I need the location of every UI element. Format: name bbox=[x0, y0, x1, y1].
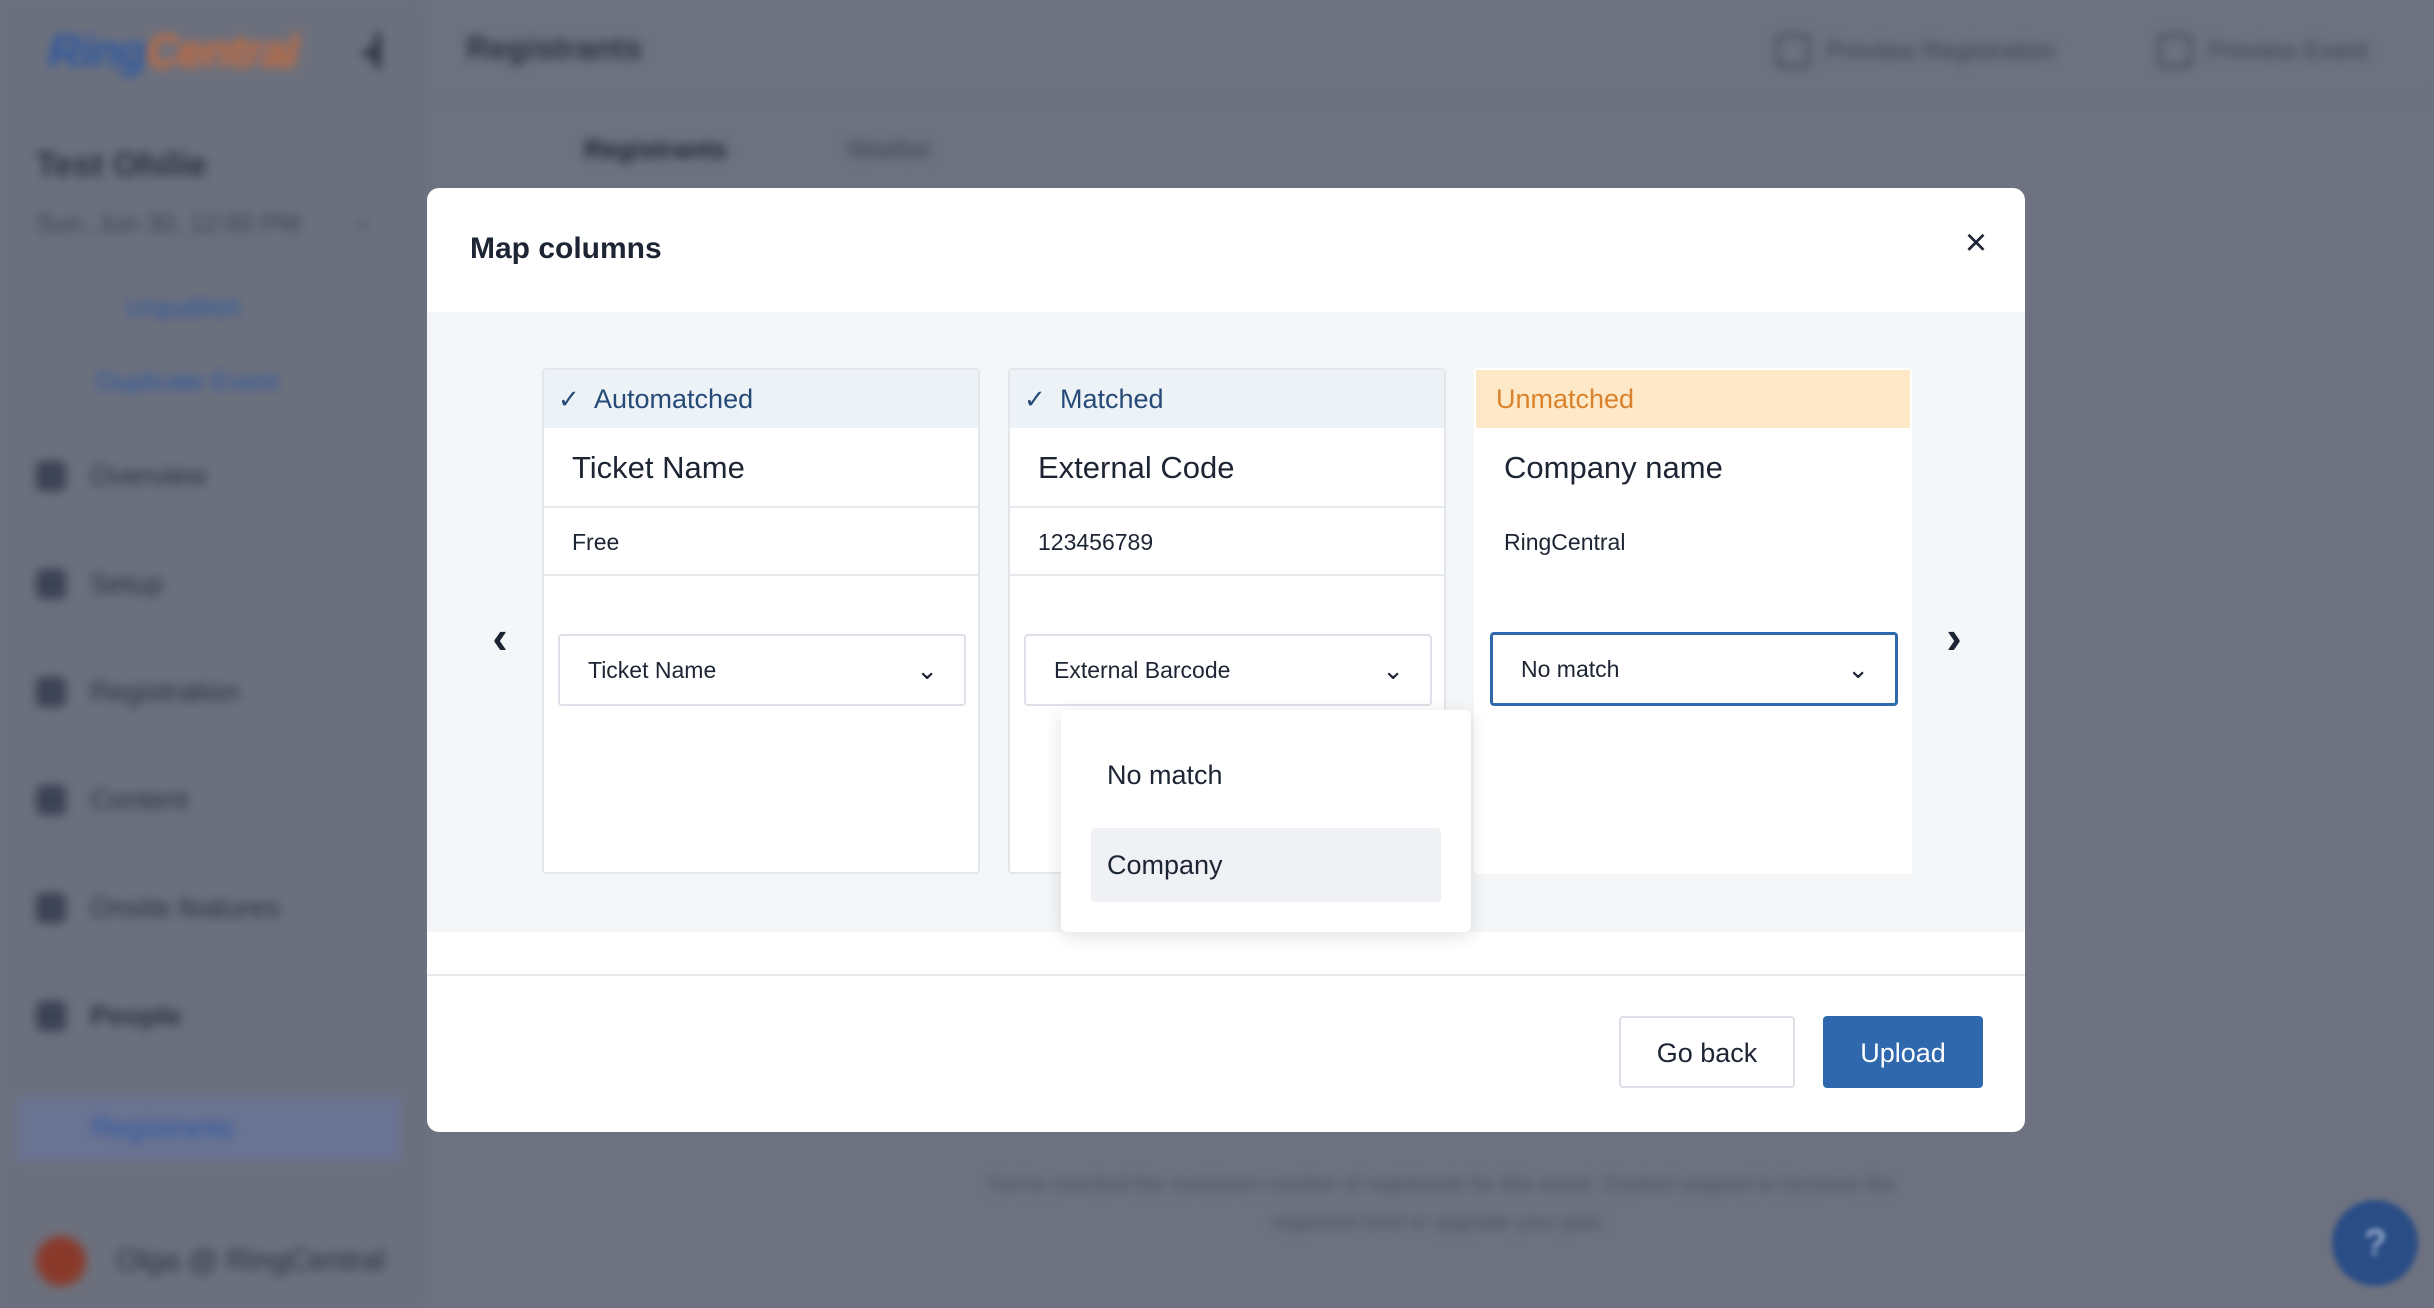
ringcentral-logo: RingCentral bbox=[48, 25, 299, 77]
upload-button[interactable]: Upload bbox=[1823, 1016, 1983, 1088]
preview-icon bbox=[2158, 34, 2192, 68]
help-button[interactable]: ? bbox=[2332, 1200, 2418, 1286]
close-icon[interactable]: × bbox=[1953, 220, 1999, 266]
sidebar-item-content[interactable]: Content bbox=[36, 784, 188, 816]
content-icon bbox=[36, 785, 66, 815]
chevron-down-icon: ⌄ bbox=[1847, 654, 1869, 684]
avatar bbox=[36, 1236, 86, 1286]
select-value: External Barcode bbox=[1054, 657, 1231, 683]
preview-event-button[interactable]: Preview Event bbox=[2158, 26, 2368, 76]
dropdown-option-company[interactable]: Company bbox=[1091, 828, 1441, 902]
duplicate-event-link[interactable]: Duplicate Event bbox=[96, 366, 278, 397]
chevron-down-icon: ⌄ bbox=[1382, 655, 1404, 685]
registration-icon bbox=[36, 677, 66, 707]
modal-title: Map columns bbox=[470, 232, 662, 265]
dropdown-option-no-match[interactable]: No match bbox=[1091, 738, 1441, 812]
status-badge-unmatched: Unmatched bbox=[1476, 370, 1910, 428]
sidebar-item-people[interactable]: People bbox=[36, 1000, 182, 1032]
sidebar-item-setup[interactable]: Setup bbox=[36, 568, 163, 600]
status-badge-automatched: ✓ Automatched bbox=[544, 370, 978, 428]
field-select-ticket-name[interactable]: Ticket Name ⌄ bbox=[558, 634, 966, 706]
field-select-company-name[interactable]: No match ⌄ bbox=[1490, 632, 1898, 706]
tab-registrants[interactable]: Registrants bbox=[584, 134, 727, 165]
page-title: Registrants bbox=[466, 30, 643, 66]
page-tabs: Registrants Waitlist bbox=[584, 134, 930, 165]
column-sample-value: RingCentral bbox=[1504, 529, 1626, 555]
select-value: No match bbox=[1521, 656, 1620, 682]
preview-registration-button[interactable]: Preview Registration bbox=[1776, 26, 2055, 76]
event-name: Test Ohilie bbox=[36, 146, 208, 184]
status-badge-matched: ✓ Matched bbox=[1010, 370, 1444, 428]
map-columns-modal: Map columns × ‹ ✓ Automatched Ticket Nam… bbox=[427, 188, 2025, 1132]
column-sample-value: Free bbox=[544, 508, 978, 576]
field-select-external-code[interactable]: External Barcode ⌄ bbox=[1024, 634, 1432, 706]
sidebar-item-onsite-features[interactable]: Onsite features bbox=[36, 892, 280, 924]
field-select-dropdown: No match Company bbox=[1061, 710, 1471, 932]
column-name: Ticket Name bbox=[544, 428, 978, 508]
column-card-ticket-name: ✓ Automatched Ticket Name Free Ticket Na… bbox=[542, 368, 980, 874]
go-back-button[interactable]: Go back bbox=[1619, 1016, 1795, 1088]
event-date: Sun, Jun 30, 12:00 PM bbox=[36, 208, 301, 238]
modal-header: Map columns × bbox=[427, 188, 2025, 312]
user-profile[interactable]: Olga @ RingCentral bbox=[36, 1236, 385, 1286]
preview-icon bbox=[1776, 34, 1810, 68]
info-text: You've reached the maximum number of reg… bbox=[985, 1173, 1895, 1234]
chevron-down-icon: ⌄ bbox=[916, 655, 938, 685]
modal-footer: Go back Upload bbox=[427, 974, 2025, 1132]
chevron-left-icon[interactable]: ‹ bbox=[475, 612, 525, 662]
chevron-down-icon[interactable]: ⌄ bbox=[352, 206, 372, 235]
check-icon: ✓ bbox=[558, 384, 580, 414]
setup-icon bbox=[36, 569, 66, 599]
help-icon: ? bbox=[2364, 1222, 2386, 1263]
people-icon bbox=[36, 1001, 66, 1031]
chevron-right-icon[interactable]: › bbox=[1929, 612, 1979, 662]
collapse-sidebar-icon[interactable]: ◂▎ bbox=[360, 34, 398, 69]
tab-waitlist[interactable]: Waitlist bbox=[847, 134, 930, 165]
onsite-icon bbox=[36, 893, 66, 923]
sidebar-item-registration[interactable]: Registration bbox=[36, 676, 239, 708]
overview-icon bbox=[36, 461, 66, 491]
sidebar: RingCentral ◂▎ Test Ohilie Sun, Jun 30, … bbox=[0, 0, 418, 1308]
sidebar-item-overview[interactable]: Overview bbox=[36, 460, 207, 492]
column-card-company-name: Unmatched Company name RingCentral No ma… bbox=[1474, 368, 1912, 874]
topbar bbox=[418, 0, 2434, 100]
column-name: External Code bbox=[1010, 428, 1444, 508]
check-icon: ✓ bbox=[1024, 384, 1046, 414]
column-sample-value: 123456789 bbox=[1010, 508, 1444, 576]
unpublish-link[interactable]: Unpublish bbox=[126, 292, 242, 323]
select-value: Ticket Name bbox=[588, 657, 717, 683]
column-name: Company name bbox=[1504, 450, 1723, 485]
sidebar-item-registrants[interactable]: Registrants bbox=[16, 1096, 402, 1162]
